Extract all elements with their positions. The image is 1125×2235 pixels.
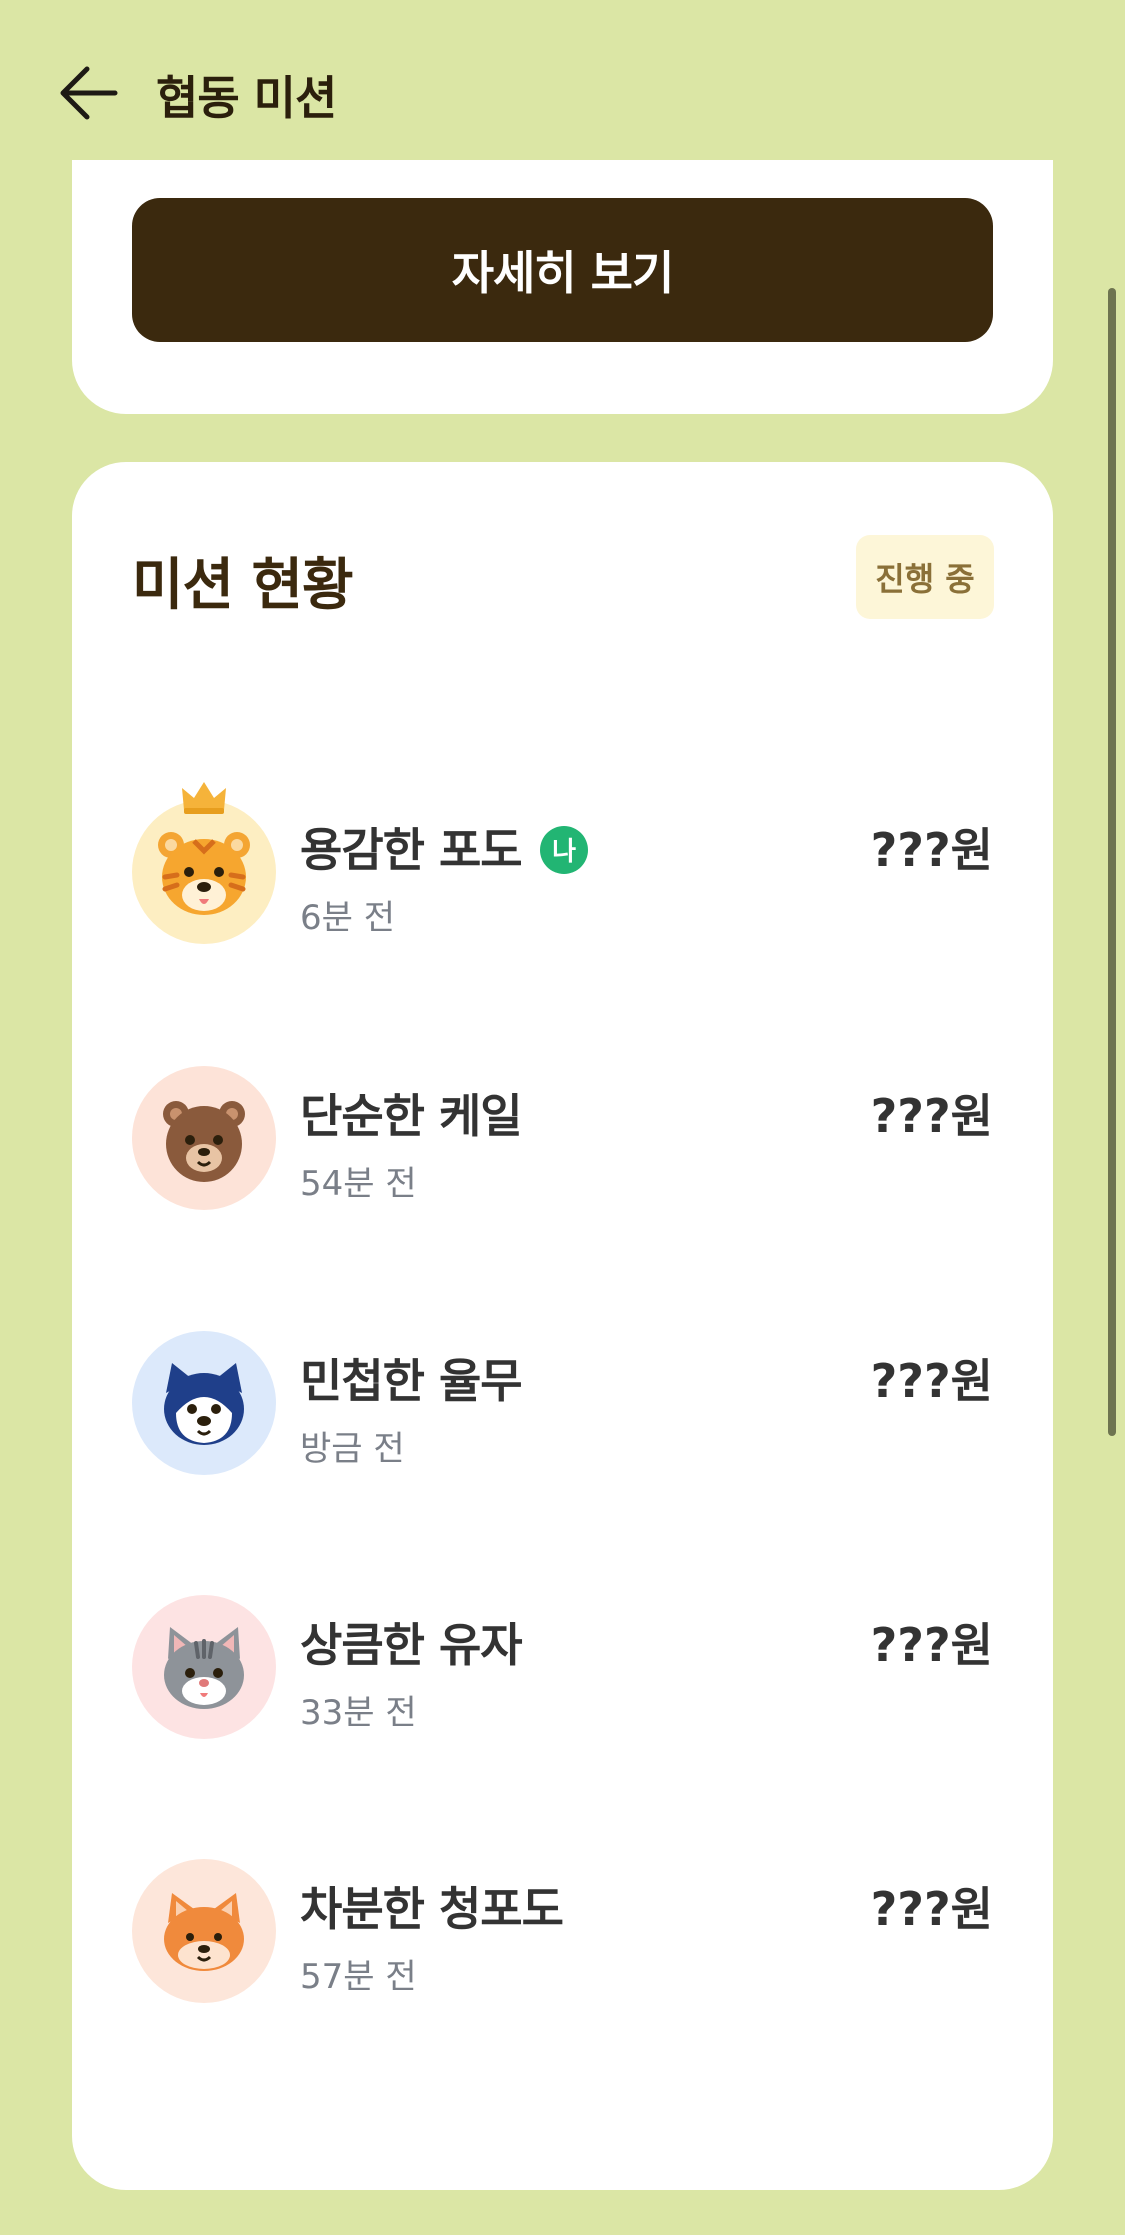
arrow-left-icon: [60, 66, 118, 120]
detail-button[interactable]: 자세히 보기: [132, 198, 993, 342]
page-title: 협동 미션: [156, 71, 337, 125]
member-row[interactable]: 단순한 케일 54분 전 ???원: [132, 1066, 993, 1216]
me-badge: 나: [539, 825, 588, 874]
tiger-avatar-icon: [158, 832, 250, 915]
avatar: [132, 1859, 276, 2003]
member-row[interactable]: 민첩한 율무 방금 전 ???원: [132, 1331, 993, 1481]
member-time: 방금 전: [300, 1429, 405, 1469]
member-name: 단순한 케일: [300, 1089, 523, 1143]
avatar: [132, 1595, 276, 1739]
avatar: [132, 782, 276, 944]
member-amount: ???원: [870, 1618, 993, 1672]
bear-avatar-icon: [163, 1101, 245, 1182]
member-name: 용감한 포도 나: [300, 814, 588, 880]
member-amount: ???원: [870, 1089, 993, 1143]
member-time: 54분 전: [300, 1164, 417, 1204]
app-header: 협동 미션: [0, 0, 1125, 160]
member-time: 33분 전: [300, 1693, 417, 1733]
member-time: 6분 전: [300, 898, 395, 938]
back-button[interactable]: [56, 58, 122, 128]
member-time: 57분 전: [300, 1957, 417, 1997]
crown-icon: [182, 782, 226, 814]
member-amount: ???원: [870, 1354, 993, 1408]
cat-avatar-icon: [164, 1627, 244, 1709]
husky-avatar-icon: [164, 1363, 244, 1445]
status-title: 미션 현황: [132, 553, 354, 618]
member-row[interactable]: 차분한 청포도 57분 전 ???원: [132, 1859, 993, 2009]
member-amount: ???원: [870, 1882, 993, 1936]
member-name: 상큼한 유자: [300, 1618, 523, 1672]
member-row[interactable]: 상큼한 유자 33분 전 ???원: [132, 1595, 993, 1745]
shiba-avatar-icon: [164, 1893, 244, 1971]
member-row[interactable]: 용감한 포도 나 6분 전 ???원: [132, 782, 993, 950]
status-badge: 진행 중: [856, 535, 994, 619]
member-amount: ???원: [870, 823, 993, 877]
avatar: [132, 1066, 276, 1210]
member-name: 민첩한 율무: [300, 1354, 523, 1408]
member-name: 차분한 청포도: [300, 1882, 564, 1936]
scrollbar[interactable]: [1108, 288, 1116, 1436]
avatar: [132, 1331, 276, 1475]
